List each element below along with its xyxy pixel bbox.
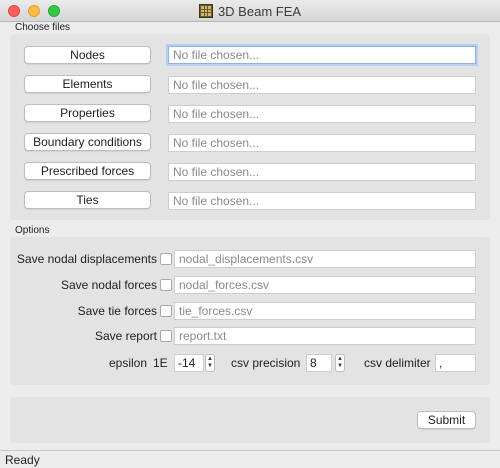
elements-button[interactable]: Elements — [24, 75, 151, 93]
window-title: 3D Beam FEA — [217, 3, 302, 19]
save-report-label: Save report — [94, 329, 157, 343]
save-nodal-displacements-label: Save nodal displacements — [16, 252, 157, 266]
epsilon-stepper[interactable]: ▲ ▼ — [205, 354, 215, 372]
save-tie-forces-label: Save tie forces — [77, 304, 157, 318]
nodal-displacements-filename-field[interactable]: nodal_displacements.csv — [174, 250, 476, 268]
properties-button[interactable]: Properties — [24, 104, 151, 122]
prescribed-forces-file-field[interactable]: No file chosen... — [168, 163, 476, 181]
nodes-file-field[interactable]: No file chosen... — [168, 46, 476, 64]
csv-delimiter-label: csv delimiter — [364, 356, 431, 370]
boundary-conditions-button[interactable]: Boundary conditions — [24, 133, 151, 151]
status-text: Ready — [5, 452, 40, 467]
epsilon-label: epsilon — [109, 356, 148, 370]
stepper-down-icon[interactable]: ▼ — [337, 363, 343, 370]
save-report-checkbox[interactable] — [160, 330, 172, 342]
app-grid-icon — [198, 4, 213, 18]
choose-files-group-label: Choose files — [15, 22, 71, 33]
csv-precision-label: csv precision — [231, 356, 301, 370]
save-tie-forces-checkbox[interactable] — [160, 305, 172, 317]
stepper-up-icon[interactable]: ▲ — [207, 356, 213, 363]
ties-button[interactable]: Ties — [24, 191, 151, 209]
report-filename-field[interactable]: report.txt — [174, 327, 476, 345]
tie-forces-filename-field[interactable]: tie_forces.csv — [174, 302, 476, 320]
stepper-down-icon[interactable]: ▼ — [207, 363, 213, 370]
csv-precision-stepper[interactable]: ▲ ▼ — [335, 354, 345, 372]
csv-delimiter-field[interactable]: , — [435, 354, 476, 372]
csv-precision-field[interactable]: 8 — [306, 354, 332, 372]
save-nodal-displacements-checkbox[interactable] — [160, 253, 172, 265]
status-bar: Ready — [0, 450, 500, 468]
window-title-area: 3D Beam FEA — [0, 0, 500, 22]
properties-file-field[interactable]: No file chosen... — [168, 105, 476, 123]
submit-button[interactable]: Submit — [417, 411, 476, 429]
nodal-forces-filename-field[interactable]: nodal_forces.csv — [174, 276, 476, 294]
nodes-button[interactable]: Nodes — [24, 46, 151, 64]
boundary-conditions-file-field[interactable]: No file chosen... — [168, 134, 476, 152]
ties-file-field[interactable]: No file chosen... — [168, 192, 476, 210]
options-group-label: Options — [15, 225, 50, 236]
epsilon-prefix-label: 1E — [153, 356, 168, 370]
title-bar: 3D Beam FEA — [0, 0, 500, 22]
epsilon-exponent-field[interactable]: -14 — [174, 354, 204, 372]
elements-file-field[interactable]: No file chosen... — [168, 76, 476, 94]
stepper-up-icon[interactable]: ▲ — [337, 356, 343, 363]
prescribed-forces-button[interactable]: Prescribed forces — [24, 162, 151, 180]
save-nodal-forces-label: Save nodal forces — [60, 278, 157, 292]
save-nodal-forces-checkbox[interactable] — [160, 279, 172, 291]
